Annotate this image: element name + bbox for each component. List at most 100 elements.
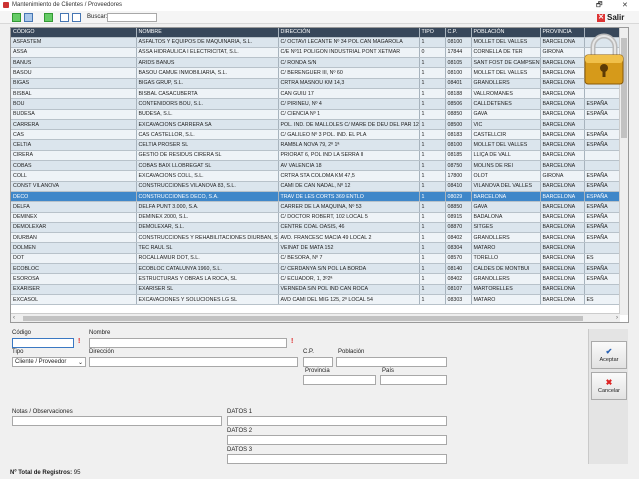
column-header[interactable]: NOMBRE: [136, 28, 279, 38]
table-cell: 08870: [445, 222, 472, 234]
view-grid-icon[interactable]: [72, 13, 81, 22]
table-row[interactable]: ESOROSA ESTRUCTURAS Y OBRAS LA ROCA, SL C/…: [11, 273, 621, 285]
exit-button[interactable]: ✕ Salir: [597, 12, 624, 23]
table-cell: MOLLET DEL VALLES: [471, 139, 541, 151]
provincia-field[interactable]: [303, 375, 376, 385]
tipo-select[interactable]: Cliente / Proveedor ⌄: [12, 357, 86, 367]
table-row[interactable]: DEMINEX DEMINEX 2000, S.L. C/ DOCTOR ROBER…: [11, 212, 621, 223]
table-cell: 08105: [445, 57, 472, 69]
close-window-button[interactable]: ✕: [622, 1, 628, 9]
new-record-icon[interactable]: [12, 13, 21, 22]
table-cell: C/ ECUADOR, 1, 3º2ª: [278, 273, 420, 285]
column-header[interactable]: C.P.: [445, 28, 472, 38]
table-row[interactable]: COBAS COBAS BAIX LLOBREGAT SL AV VALENCIA …: [11, 160, 621, 172]
scroll-left-icon[interactable]: ‹: [13, 315, 15, 321]
pais-field[interactable]: [380, 375, 447, 385]
table-cell: 1: [419, 67, 446, 79]
table-cell: ASFASTEM: [11, 37, 137, 48]
table-cell: C/ BESORA, Nº 7: [278, 253, 420, 265]
table-cell: DEMINEX 2000, S.L.: [136, 212, 279, 223]
table-cell: 1: [419, 170, 446, 182]
view-list-icon[interactable]: [60, 13, 69, 22]
horizontal-scroll-thumb[interactable]: [23, 316, 583, 321]
table-row[interactable]: ASSA ASSA HIDRAULICA I ELECTRICITAT, S.L.…: [11, 47, 621, 59]
cancel-label: Cancelar: [597, 388, 620, 394]
datos3-field[interactable]: [227, 454, 447, 464]
table-cell: RAMBLA NOVA 79, 2º 1ª: [278, 139, 420, 151]
table-cell: C/ CERDANYA S/N POL LA BORDA: [278, 263, 420, 275]
table-cell: DOLMEN: [11, 242, 137, 254]
table-cell: GRANOLLERS: [471, 232, 541, 244]
table-row[interactable]: CAS CAS CASTELLOR, S.L. C/ GALILEO Nº 3 PO…: [11, 129, 621, 141]
table-cell: DELFA PUNT 3.000, S.A.: [136, 201, 279, 213]
table-row[interactable]: BANUS ARIDS BANUS C/ RONDA S/N 1 08105 SANT F…: [11, 57, 621, 69]
datos2-field[interactable]: [227, 435, 447, 445]
table-cell: 08100: [445, 139, 472, 151]
table-cell: C/ OCTAVI LECANTE Nº 34 POL CAN MAGAROLA: [278, 37, 420, 48]
table-cell: BASOU: [11, 67, 137, 79]
poblacion-field[interactable]: [336, 357, 447, 367]
datos1-field[interactable]: [227, 416, 447, 426]
column-header[interactable]: PROVINCIA: [540, 28, 585, 38]
table-cell: CASTELLCIR: [471, 129, 541, 141]
cp-field[interactable]: [303, 357, 333, 367]
table-row[interactable]: CARRERA EXCAVACIONS CARRERA SA POL. IND. D…: [11, 119, 621, 131]
table-cell: POL. IND. DE MALLOLES C/ MARE DE DEU DEL…: [278, 119, 420, 131]
table-cell: 1: [419, 242, 446, 254]
table-row[interactable]: DOT ROCALLAMUR DOT, S.L. C/ BESORA, Nº 710…: [11, 253, 621, 265]
table-cell: BARCELONA: [540, 222, 585, 234]
scroll-right-icon[interactable]: ›: [616, 315, 618, 321]
table-row[interactable]: CONST VILANOVA CONSTRUCCIONES VILANOVA 83…: [11, 181, 621, 192]
table-cell: GAVA: [471, 109, 541, 120]
table-cell: BANUS: [11, 57, 137, 69]
table-cell: 08140: [445, 263, 472, 275]
table-row[interactable]: CIRERA GESTIO DE RESIDUS CIRERA SL PRIORAT…: [11, 150, 621, 162]
table-cell: 08303: [445, 294, 472, 306]
table-row[interactable]: ASFASTEM ASFALTOS Y EQUIPOS DE MAQUINARIA…: [11, 37, 621, 48]
table-cell: [584, 284, 621, 295]
table-cell: ESPAÑA: [584, 170, 621, 182]
table-row[interactable]: BISBAL BISBAL CASACUBERTA CAN GUIU 17 1 0818…: [11, 88, 621, 100]
table-row[interactable]: DOLMEN TEC RAUL SL VEINAT DE MATA 152 1 0830…: [11, 242, 621, 254]
cancel-button[interactable]: ✖ Cancelar: [591, 372, 627, 400]
horizontal-scrollbar[interactable]: ‹ ›: [11, 313, 620, 322]
search-input[interactable]: [107, 13, 157, 22]
table-cell: CONSTRUCCIONES DECO, S.A.: [136, 191, 279, 203]
table-row[interactable]: CELTIA CELTIA PROSER SL RAMBLA NOVA 79, 2º…: [11, 139, 621, 151]
nombre-field[interactable]: [89, 338, 287, 348]
table-row[interactable]: BUDESA BUDESA, S.L. C/ CIENCIA Nº 1 1 08850 G…: [11, 109, 621, 120]
column-header[interactable]: DIRECCIÓN: [278, 28, 420, 38]
table-cell: ESPAÑA: [584, 232, 621, 244]
direccion-field[interactable]: [89, 357, 298, 367]
table-cell: 08402: [445, 273, 472, 285]
table-row[interactable]: EXARISER EXARISER SL VERNEDA S/N POL IND C…: [11, 284, 621, 295]
table-cell: C/ CIENCIA Nº 1: [278, 109, 420, 120]
edit-record-icon[interactable]: [24, 13, 33, 22]
table-row[interactable]: BOU CONTENIDORS BOU, S.L. C/ PIRINEU, Nº 4…: [11, 98, 621, 110]
table-row[interactable]: COLL EXCAVACIONS COLL, S.L. CRTRA STA COLO…: [11, 170, 621, 182]
column-header[interactable]: POBLACIÓN: [471, 28, 541, 38]
table-row[interactable]: BIGAS BIGAS GRUP, S.L. CRTRA MASNOU KM 14,…: [11, 78, 621, 89]
table-row[interactable]: EXCASOL EXCAVACIONES Y SOLUCIONES LG SL AV…: [11, 294, 621, 306]
column-header[interactable]: CÓDIGO: [11, 28, 137, 38]
records-grid[interactable]: CÓDIGO NOMBRE DIRECCIÓN TIPO C.P. POBLACIÓN PR…: [10, 27, 629, 323]
table-cell: COLL: [11, 170, 137, 182]
table-cell: SANT FOST DE CAMPSENTE...: [471, 57, 541, 69]
accept-button[interactable]: ✔ Aceptar: [591, 341, 627, 369]
table-row-selected[interactable]: DECO CONSTRUCCIONES DECO, S.A. TRAV DE LES…: [11, 191, 621, 203]
table-row[interactable]: ECOBLOC ECOBLOC CATALUNYA 1960, S.L. C/ CE…: [11, 263, 621, 275]
table-row[interactable]: DELFA DELFA PUNT 3.000, S.A. CARRER DE LA …: [11, 201, 621, 213]
poblacion-label: Población: [338, 349, 365, 355]
notas-field[interactable]: [12, 416, 222, 426]
table-row[interactable]: BASOU BASOU CAMUE INMOBILIARIA, S.L. C/ BE…: [11, 67, 621, 79]
table-row[interactable]: DIURBAN CONSTRUCCIONES Y REHABILITACIONES…: [11, 232, 621, 244]
toolbar: Buscar: ✕ Salir: [0, 11, 639, 24]
table-cell: COBAS: [11, 160, 137, 172]
column-header[interactable]: TIPO: [419, 28, 446, 38]
table-cell: BARCELONA: [540, 242, 585, 254]
codigo-field[interactable]: [12, 338, 74, 348]
padlock-icon[interactable]: [582, 30, 626, 86]
table-cell: VILANOVA DEL VALLES: [471, 181, 541, 192]
table-row[interactable]: DEMOLEXAR DEMOLEXAR, S.L. CENTRE COAL OASI…: [11, 222, 621, 234]
export-excel-icon[interactable]: [44, 13, 53, 22]
